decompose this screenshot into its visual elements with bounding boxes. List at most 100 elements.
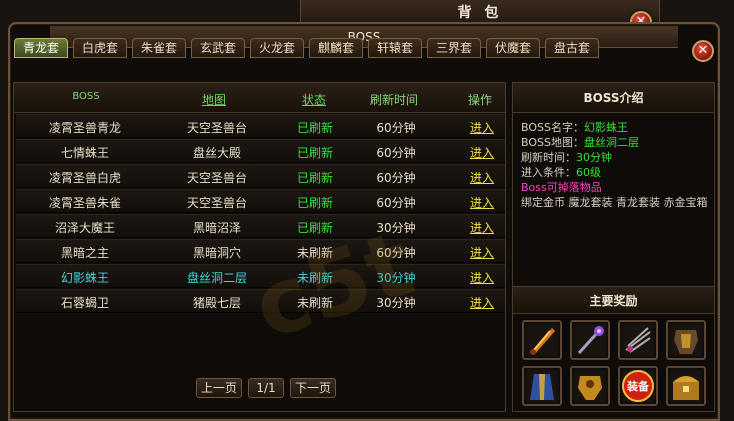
boss-name-cell: 石蓉蝎卫: [60, 296, 109, 310]
header-op: 操作: [467, 93, 492, 107]
table-row[interactable]: 凌霄圣兽青龙 天空圣兽台 已刷新 60分钟 进入: [16, 114, 505, 138]
table-row[interactable]: 凌霄圣兽白虎 天空圣兽台 已刷新 60分钟 进入: [16, 164, 505, 188]
gold-armor-icon: [572, 376, 608, 407]
table-row[interactable]: 石蓉蝎卫 猪殿七层 未刷新 30分钟 进入: [16, 289, 505, 313]
status-cell: 已刷新: [296, 196, 333, 210]
refresh-time-cell: 30分钟: [376, 296, 416, 310]
set-tabs: 青龙套 白虎套 朱雀套 玄武套 火龙套 麒麟套 轩辕套 三界套 伏魔套 盘古套: [14, 38, 599, 58]
boss-info-panel: BOSS介绍 BOSS名字：幻影蛛王 BOSS地图：盘丝洞二层 刷新时间：30分…: [512, 82, 715, 412]
refresh-time-cell: 60分钟: [376, 246, 416, 260]
boss-name-label: BOSS名字：: [521, 121, 584, 134]
refresh-time-cell: 60分钟: [376, 121, 416, 135]
refresh-time-cell: 60分钟: [376, 196, 416, 210]
header-boss: BOSS: [72, 91, 100, 102]
map-cell: 天空圣兽台: [186, 121, 247, 135]
treasure-chest-icon: [668, 376, 704, 407]
drop-items-text: 绑定金币 魔龙套装 青龙套装 赤金宝箱: [521, 196, 708, 209]
refresh-time-cell: 60分钟: [376, 171, 416, 185]
next-page-button[interactable]: 下一页: [290, 378, 336, 398]
enter-link[interactable]: 进入: [460, 194, 504, 211]
rewards-title: 主要奖励: [513, 286, 714, 314]
refresh-time-cell: 30分钟: [376, 221, 416, 235]
map-cell: 天空圣兽台: [186, 196, 247, 210]
boss-map-label: BOSS地图：: [521, 136, 584, 149]
drop-title: Boss可掉落物品: [521, 181, 602, 194]
map-cell: 天空圣兽台: [186, 171, 247, 185]
enter-link[interactable]: 进入: [460, 294, 504, 311]
table-row[interactable]: 幻影蛛王 盘丝洞二层 未刷新 30分钟 进入: [16, 264, 505, 288]
boss-name-cell: 凌霄圣兽青龙: [48, 121, 121, 135]
enter-link[interactable]: 进入: [460, 169, 504, 186]
status-cell: 已刷新: [296, 171, 333, 185]
reward-slot-text: 装备: [627, 380, 649, 393]
status-cell: 已刷新: [296, 221, 333, 235]
close-button[interactable]: ✕: [692, 40, 714, 62]
map-cell: 猪殿七层: [192, 296, 241, 310]
refresh-time-value: 30分钟: [576, 151, 612, 164]
status-cell: 未刷新: [296, 296, 333, 310]
condition-value: 60级: [576, 166, 601, 179]
enter-link[interactable]: 进入: [460, 269, 504, 286]
blue-robe-icon: [524, 374, 560, 407]
refresh-time-cell: 30分钟: [376, 271, 416, 285]
status-cell: 未刷新: [296, 246, 333, 260]
boss-name-cell: 沼泽大魔王: [54, 221, 115, 235]
refresh-time-label: 刷新时间：: [521, 151, 576, 164]
boss-name-cell: 幻影蛛王: [60, 271, 109, 285]
header-map[interactable]: 地图: [174, 91, 254, 108]
tab-4[interactable]: 火龙套: [250, 38, 304, 58]
status-cell: 已刷新: [296, 121, 333, 135]
reward-slot[interactable]: [618, 320, 658, 360]
boss-name-value: 幻影蛛王: [583, 121, 628, 134]
enter-link[interactable]: 进入: [460, 119, 504, 136]
enter-link[interactable]: 进入: [460, 244, 504, 261]
table-header: BOSS 地图 状态 刷新时间 操作: [14, 83, 505, 113]
status-cell: 未刷新: [296, 271, 333, 285]
claw-blade-icon: [620, 327, 656, 361]
boss-name-cell: 黑暗之主: [60, 246, 109, 260]
magic-staff-icon: [572, 326, 608, 361]
tab-7[interactable]: 三界套: [427, 38, 481, 58]
table-row[interactable]: 七情蛛王 盘丝大殿 已刷新 60分钟 进入: [16, 139, 505, 163]
reward-slot[interactable]: [666, 320, 706, 360]
reward-slot[interactable]: [666, 366, 706, 406]
header-refresh-time: 刷新时间: [369, 93, 418, 107]
equipment-badge-icon: [620, 370, 656, 407]
tab-1[interactable]: 白虎套: [73, 38, 127, 58]
boss-info-details: BOSS名字：幻影蛛王 BOSS地图：盘丝洞二层 刷新时间：30分钟 进入条件：…: [521, 120, 711, 210]
tab-9[interactable]: 盘古套: [545, 38, 599, 58]
dark-armor-icon: [668, 330, 704, 361]
map-cell: 黑暗洞穴: [192, 246, 241, 260]
table-row[interactable]: 黑暗之主 黑暗洞穴 未刷新 60分钟 进入: [16, 239, 505, 263]
status-cell: 已刷新: [296, 146, 333, 160]
boss-name-cell: 凌霄圣兽白虎: [48, 171, 121, 185]
reward-slot[interactable]: [570, 320, 610, 360]
map-cell: 盘丝洞二层: [186, 271, 247, 285]
prev-page-button[interactable]: 上一页: [196, 378, 242, 398]
reward-slot[interactable]: 装备: [618, 366, 658, 406]
map-cell: 盘丝大殿: [192, 146, 241, 160]
reward-slot[interactable]: [522, 320, 562, 360]
boss-info-title: BOSS介绍: [513, 83, 714, 113]
table-row[interactable]: 凌霄圣兽朱雀 天空圣兽台 已刷新 60分钟 进入: [16, 189, 505, 213]
refresh-time-cell: 60分钟: [376, 146, 416, 160]
tab-2[interactable]: 朱雀套: [132, 38, 186, 58]
boss-map-value: 盘丝洞二层: [583, 136, 639, 149]
tab-6[interactable]: 轩辕套: [368, 38, 422, 58]
enter-link[interactable]: 进入: [460, 219, 504, 236]
map-cell: 黑暗沼泽: [192, 221, 241, 235]
table-row[interactable]: 沼泽大魔王 黑暗沼泽 已刷新 30分钟 进入: [16, 214, 505, 238]
reward-slot[interactable]: [570, 366, 610, 406]
tab-0[interactable]: 青龙套: [14, 38, 68, 58]
boss-name-cell: 七情蛛王: [60, 146, 109, 160]
page-indicator: 1/1: [248, 378, 284, 398]
bag-title: 背 包: [457, 5, 503, 21]
condition-label: 进入条件：: [521, 166, 576, 179]
tab-3[interactable]: 玄武套: [191, 38, 245, 58]
reward-slot[interactable]: [522, 366, 562, 406]
tab-5[interactable]: 麒麟套: [309, 38, 363, 58]
header-status[interactable]: 状态: [274, 91, 354, 108]
flame-sword-icon: [524, 328, 560, 361]
enter-link[interactable]: 进入: [460, 144, 504, 161]
tab-8[interactable]: 伏魔套: [486, 38, 540, 58]
